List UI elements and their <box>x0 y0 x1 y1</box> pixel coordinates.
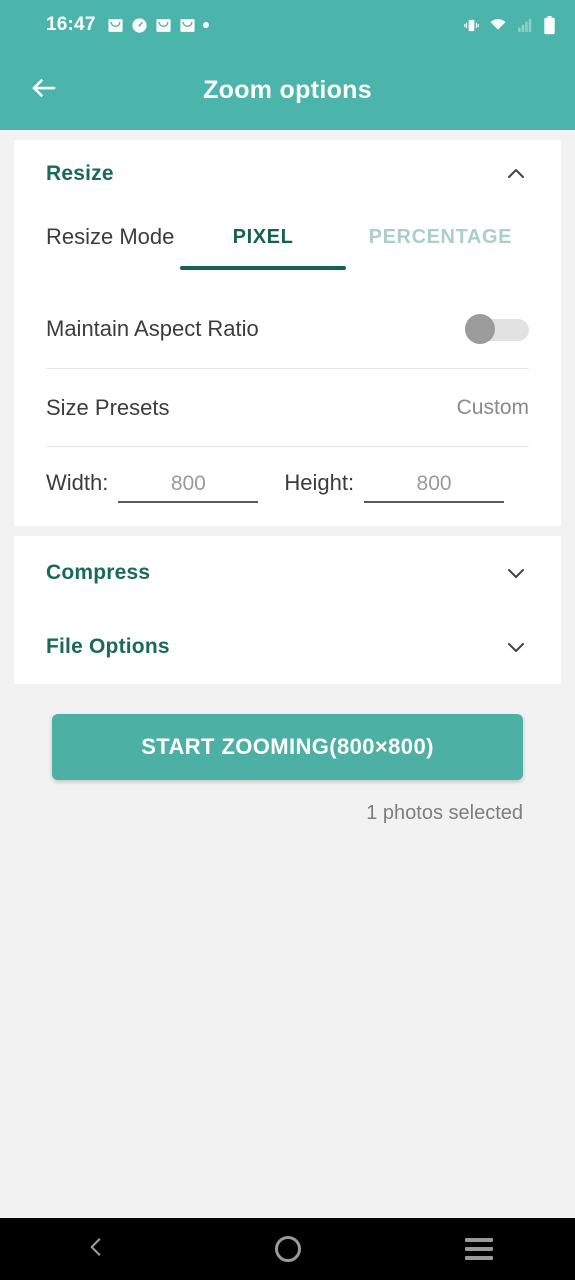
resize-card: Resize Resize Mode PIXEL PERCENTAGE Main… <box>14 140 561 526</box>
nav-recents-button[interactable] <box>383 1233 575 1265</box>
clock-icon <box>131 17 148 34</box>
status-time: 16:47 <box>46 14 96 35</box>
arrow-left-icon <box>29 73 59 108</box>
status-bar-left: 16:47 <box>46 14 463 36</box>
resize-mode-tabs: PIXEL PERCENTAGE <box>174 224 529 270</box>
chevron-down-icon[interactable] <box>503 560 529 586</box>
page-title: Zoom options <box>203 75 372 104</box>
app-bar: Zoom options <box>0 50 575 130</box>
tab-percentage[interactable]: PERCENTAGE <box>352 224 529 270</box>
back-button[interactable] <box>16 62 72 118</box>
battery-icon <box>542 15 557 35</box>
resize-mode-row: Resize Mode PIXEL PERCENTAGE <box>46 208 529 290</box>
dimensions-row: Width: Height: <box>46 446 529 526</box>
android-nav-bar <box>0 1218 575 1280</box>
height-group: Height: <box>284 470 505 503</box>
nav-back-button[interactable] <box>0 1234 192 1265</box>
size-presets-row[interactable]: Size Presets Custom <box>46 368 529 446</box>
chevron-down-icon[interactable] <box>503 634 529 660</box>
height-label: Height: <box>284 470 355 495</box>
dot-icon <box>202 22 209 28</box>
start-zooming-button-wrapper: START ZOOMING(800×800) <box>0 684 575 780</box>
mail-icon <box>179 17 196 34</box>
tab-pixel-label: PIXEL <box>232 226 294 248</box>
vibrate-icon <box>463 17 480 34</box>
phone-screen: 16:47 Zoom options Resize Resize Mode PI… <box>0 0 575 1280</box>
tab-active-indicator <box>180 266 346 270</box>
start-zooming-button[interactable]: START ZOOMING(800×800) <box>52 714 523 780</box>
maintain-aspect-ratio-label: Maintain Aspect Ratio <box>46 316 259 341</box>
width-group: Width: <box>46 470 259 503</box>
width-input[interactable] <box>118 472 259 503</box>
chevron-left-icon <box>83 1234 109 1265</box>
circle-icon <box>274 1236 301 1262</box>
resize-section-title: Resize <box>46 162 114 185</box>
menu-icon <box>465 1233 494 1265</box>
maintain-aspect-ratio-row[interactable]: Maintain Aspect Ratio <box>46 290 529 368</box>
nav-home-button[interactable] <box>192 1236 384 1262</box>
file-options-section-header[interactable]: File Options <box>46 610 529 684</box>
tab-pixel[interactable]: PIXEL <box>174 224 351 270</box>
selected-photos-count: 1 photos selected <box>366 802 523 824</box>
size-presets-label: Size Presets <box>46 394 170 420</box>
compress-section-header[interactable]: Compress <box>46 536 529 610</box>
resize-mode-label: Resize Mode <box>46 224 175 249</box>
height-input[interactable] <box>364 472 505 503</box>
signal-icon <box>516 17 533 34</box>
tab-inactive-indicator <box>358 266 523 270</box>
tab-percentage-label: PERCENTAGE <box>368 226 513 248</box>
collapsed-sections-card: Compress File Options <box>14 536 561 684</box>
compress-section-title: Compress <box>46 561 151 584</box>
chevron-up-icon[interactable] <box>503 161 529 187</box>
status-bar: 16:47 <box>0 0 575 50</box>
file-options-section-title: File Options <box>46 635 170 658</box>
toggle-knob <box>465 314 495 344</box>
mail-icon <box>155 17 172 34</box>
wifi-icon <box>489 16 507 34</box>
resize-section-header[interactable]: Resize <box>46 140 529 208</box>
size-presets-value: Custom <box>456 395 529 419</box>
mail-icon <box>107 17 124 34</box>
status-bar-right <box>463 15 557 35</box>
maintain-aspect-ratio-toggle[interactable] <box>465 314 529 344</box>
width-label: Width: <box>46 470 109 495</box>
